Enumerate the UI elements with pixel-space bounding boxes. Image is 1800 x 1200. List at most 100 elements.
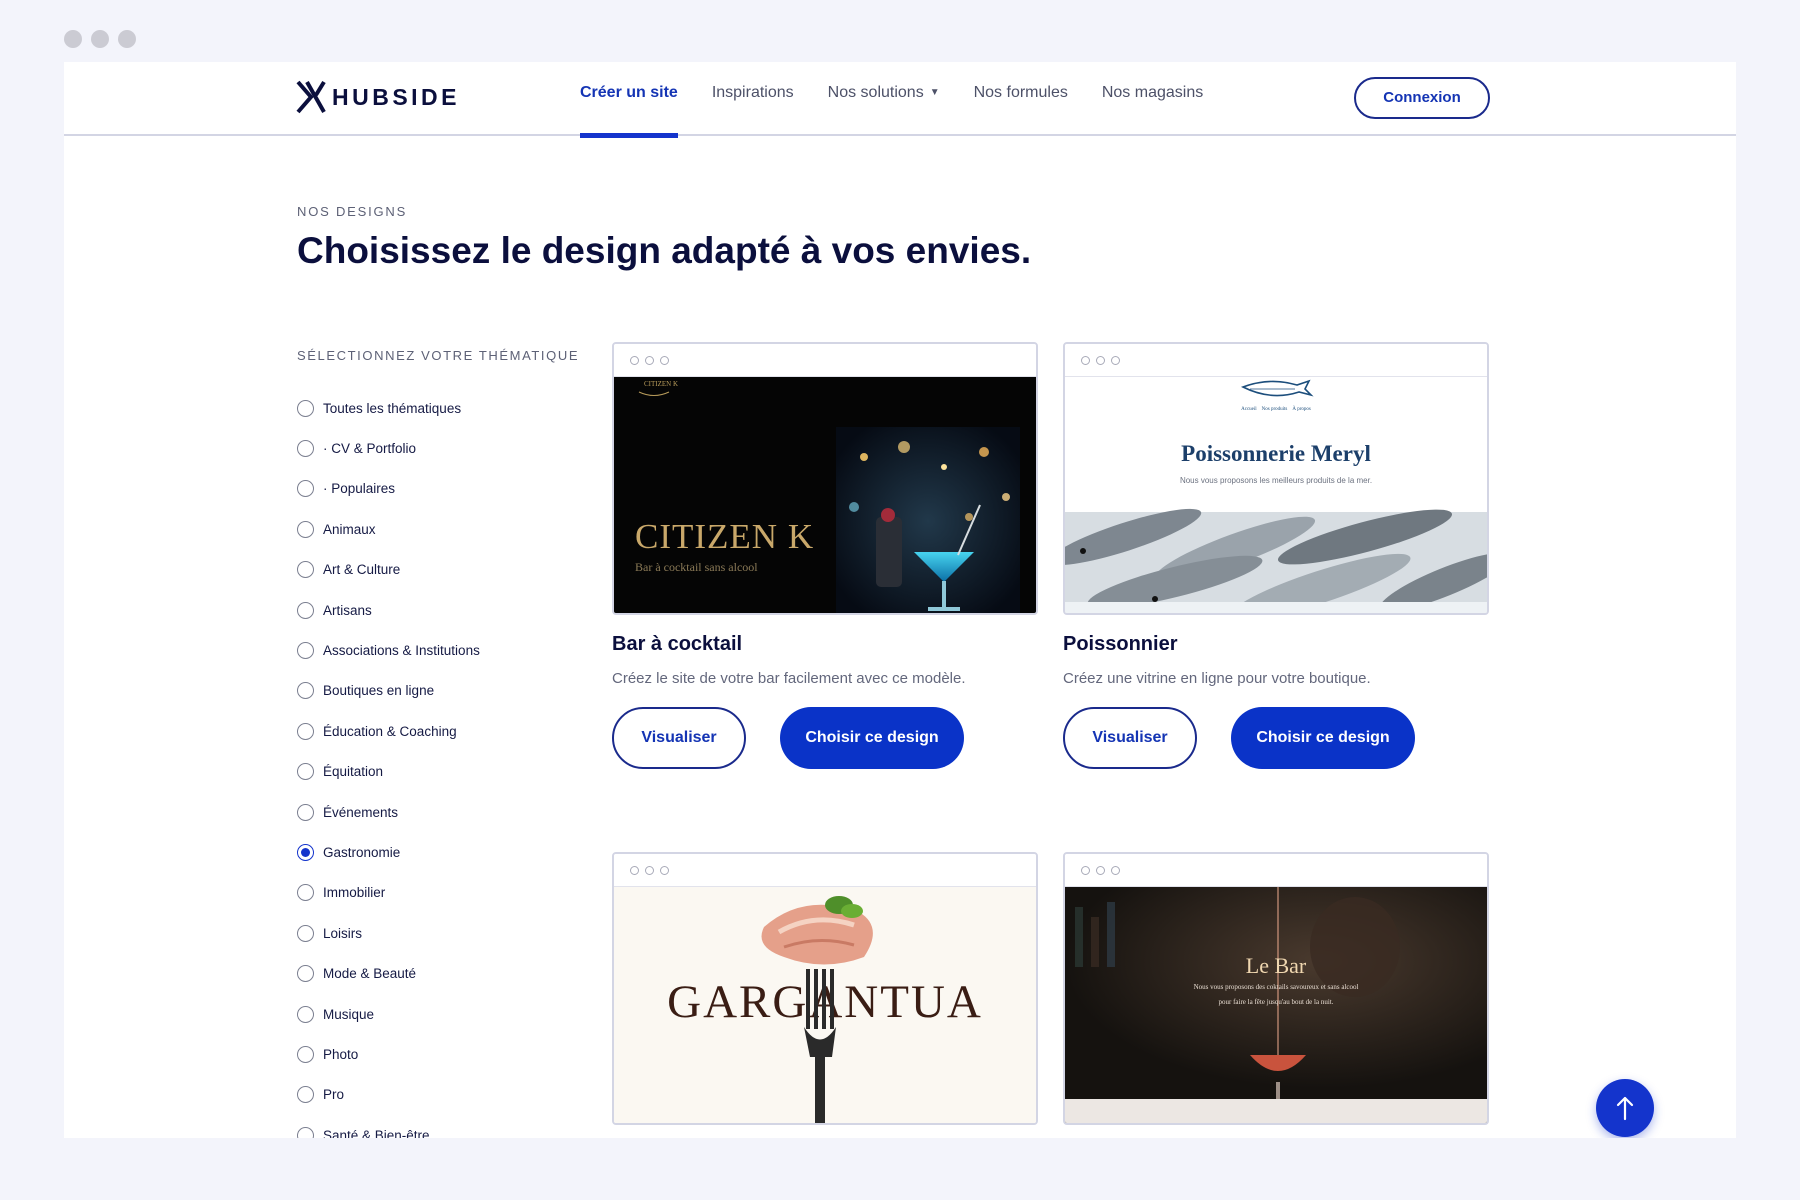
poissonnerie-preview-art xyxy=(1065,379,1487,613)
citizen-k-preview-art: CITIZEN K xyxy=(638,380,1020,613)
choose-design-button[interactable]: Choisir ce design xyxy=(1231,707,1415,769)
radio-unchecked-icon[interactable] xyxy=(297,520,314,538)
theme-filter-option[interactable]: Événements xyxy=(297,792,480,832)
radio-unchecked-icon[interactable] xyxy=(297,682,314,700)
design-preview-thumbnail[interactable]: CITIZEN K CITIZEN K Bar à cocktail sans … xyxy=(612,342,1038,615)
radio-unchecked-icon[interactable] xyxy=(297,1086,314,1104)
radio-unchecked-icon[interactable] xyxy=(297,399,314,417)
design-description: Créez une vitrine en ligne pour votre bo… xyxy=(1063,670,1371,687)
radio-unchecked-icon[interactable] xyxy=(297,965,314,983)
login-button[interactable]: Connexion xyxy=(1354,77,1490,119)
fork-illustration xyxy=(761,896,873,1123)
theme-filter-label: Pro xyxy=(323,1087,345,1103)
design-card-le-bar: Le Bar Nous vous proposons des coktails … xyxy=(1063,852,1489,1125)
nav-link-label: Créer un site xyxy=(580,84,678,101)
theme-filter-option[interactable]: Santé & Bien-être xyxy=(297,1115,480,1138)
gargantua-preview: GARGANTUA xyxy=(614,887,1036,1123)
design-card-gargantua: GARGANTUA xyxy=(612,852,1038,1125)
theme-filter-option[interactable]: Immobilier xyxy=(297,873,480,913)
theme-filter-option[interactable]: Pro xyxy=(297,1075,480,1115)
radio-unchecked-icon[interactable] xyxy=(297,722,314,740)
nav-link-nos-solutions[interactable]: Nos solutions ▼ xyxy=(828,62,940,136)
theme-filter-option[interactable]: Art & Culture xyxy=(297,550,480,590)
hubside-logo[interactable]: HUBSIDE xyxy=(296,80,460,114)
radio-unchecked-icon[interactable] xyxy=(297,884,314,902)
theme-filter-option[interactable]: Photo xyxy=(297,1034,480,1074)
nav-link-creer-un-site[interactable]: Créer un site xyxy=(580,62,678,138)
radio-unchecked-icon[interactable] xyxy=(297,601,314,619)
preview-tagline-line-1: Nous vous proposons des coktails savoure… xyxy=(1193,983,1359,991)
nav-link-label: Nos solutions xyxy=(827,84,924,101)
section-eyebrow: NOS DESIGNS xyxy=(297,204,408,219)
theme-filter-option[interactable]: Animaux xyxy=(297,509,480,549)
preview-tagline: Bar à cocktail sans alcool xyxy=(635,560,758,574)
theme-filter-option[interactable]: Équitation xyxy=(297,752,480,792)
preview-menu-item: À propos xyxy=(1292,407,1311,412)
radio-unchecked-icon[interactable] xyxy=(297,924,314,942)
theme-filter-option[interactable]: Associations & Institutions xyxy=(297,630,480,670)
radio-unchecked-icon[interactable] xyxy=(297,1005,314,1023)
theme-filter-option[interactable]: Musique xyxy=(297,994,480,1034)
hubside-logo-icon xyxy=(296,80,326,114)
page-title: Choisissez le design adapté à vos envies… xyxy=(297,230,1032,271)
radio-unchecked-icon[interactable] xyxy=(297,642,314,660)
theme-filter-option[interactable]: · Populaires xyxy=(297,469,480,509)
choose-design-button[interactable]: Choisir ce design xyxy=(780,707,964,769)
theme-filter-option[interactable]: Mode & Beauté xyxy=(297,953,480,993)
preview-tagline: Nous vous proposons les meilleurs produi… xyxy=(1179,476,1373,485)
window-dot xyxy=(118,30,136,48)
theme-filter-label: Animaux xyxy=(323,521,376,537)
preview-mini-logo: CITIZEN K xyxy=(644,380,678,388)
preview-menu-item: Nos produits xyxy=(1261,407,1288,412)
preview-menu-item: Accueil xyxy=(1241,407,1257,412)
radio-unchecked-icon[interactable] xyxy=(297,480,314,498)
design-preview-thumbnail[interactable]: GARGANTUA xyxy=(612,852,1038,1125)
radio-unchecked-icon[interactable] xyxy=(297,803,314,821)
poissonnerie-preview: Accueil Nos produits À propos Poissonner… xyxy=(1065,377,1487,613)
le-bar-preview: Le Bar Nous vous proposons des coktails … xyxy=(1065,887,1487,1123)
preview-browser-bar xyxy=(614,344,1036,377)
nav-links: Créer un site Inspirations Nos solutions… xyxy=(580,62,1237,138)
theme-filter-label: · Populaires xyxy=(323,481,396,497)
theme-filter-option[interactable]: Boutiques en ligne xyxy=(297,671,480,711)
theme-filter-option[interactable]: Toutes les thématiques xyxy=(297,388,480,428)
nav-link-inspirations[interactable]: Inspirations xyxy=(712,62,794,136)
theme-filter-option[interactable]: Loisirs xyxy=(297,913,480,953)
preview-browser-bar xyxy=(1065,344,1487,377)
theme-filter-option[interactable]: Éducation & Coaching xyxy=(297,711,480,751)
radio-unchecked-icon[interactable] xyxy=(297,561,314,579)
radio-checked-icon[interactable] xyxy=(297,843,314,861)
design-preview-thumbnail[interactable]: Accueil Nos produits À propos Poissonner… xyxy=(1063,342,1489,615)
theme-filter-label: Événements xyxy=(323,804,399,820)
design-preview-thumbnail[interactable]: Le Bar Nous vous proposons des coktails … xyxy=(1063,852,1489,1125)
card-actions: Visualiser Choisir ce design xyxy=(1063,707,1489,769)
caret-down-icon: ▼ xyxy=(929,87,940,98)
radio-unchecked-icon[interactable] xyxy=(297,440,314,458)
theme-filter-label: Éducation & Coaching xyxy=(323,723,457,739)
theme-filter-option[interactable]: · CV & Portfolio xyxy=(297,428,480,468)
nav-link-nos-formules[interactable]: Nos formules xyxy=(974,62,1068,136)
theme-filter-label: Santé & Bien-être xyxy=(323,1127,430,1138)
nav-link-label: Nos magasins xyxy=(1101,84,1204,101)
radio-unchecked-icon[interactable] xyxy=(297,1045,314,1063)
nav-link-label: Inspirations xyxy=(711,84,794,101)
radio-unchecked-icon[interactable] xyxy=(297,1126,314,1138)
design-description: Créez le site de votre bar facilement av… xyxy=(612,670,966,687)
visualize-button[interactable]: Visualiser xyxy=(612,707,746,769)
window-dot xyxy=(91,30,109,48)
radio-unchecked-icon[interactable] xyxy=(297,763,314,781)
preview-browser-bar xyxy=(614,854,1036,887)
nav-link-nos-magasins[interactable]: Nos magasins xyxy=(1102,62,1203,136)
citizen-k-preview: CITIZEN K CITIZEN K Bar à cocktail sans … xyxy=(614,377,1036,613)
theme-filter-label: Artisans xyxy=(323,602,372,618)
theme-filter-option[interactable]: Artisans xyxy=(297,590,480,630)
visualize-button[interactable]: Visualiser xyxy=(1063,707,1197,769)
theme-filter-label: Équitation xyxy=(323,764,384,780)
theme-filter-option[interactable]: Gastronomie xyxy=(297,832,480,872)
theme-filter-label: Photo xyxy=(323,1046,359,1062)
preview-business-name: Le Bar xyxy=(1245,953,1307,978)
top-navigation: HUBSIDE Créer un site Inspirations Nos s… xyxy=(64,62,1736,138)
theme-filter-label: Loisirs xyxy=(323,925,363,941)
scroll-to-top-button[interactable] xyxy=(1596,1079,1654,1137)
card-actions: Visualiser Choisir ce design xyxy=(612,707,1038,769)
